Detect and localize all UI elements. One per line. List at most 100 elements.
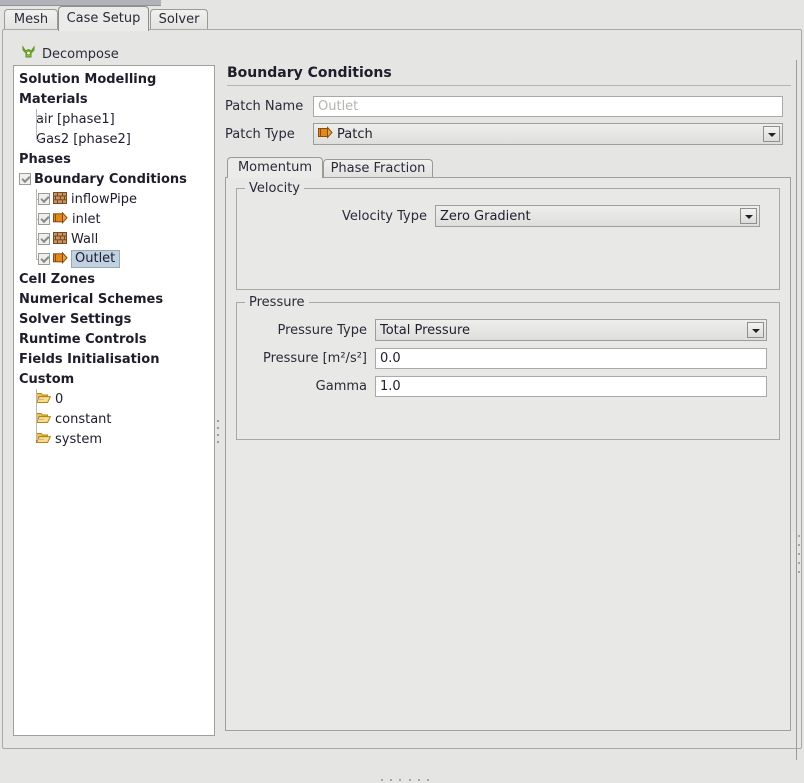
tree-item-inflowpipe[interactable]: inflowPipe [14,189,214,209]
gamma-label: Gamma [315,379,367,394]
chevron-down-icon[interactable] [747,322,764,338]
velocity-type-value: Zero Gradient [440,208,531,224]
tree-connector [36,129,47,149]
tree-item-custom[interactable]: Custom [14,369,214,389]
tree-item-inlet[interactable]: inlet [14,209,214,229]
splitter-dot [390,779,393,781]
tree-item-gas2-phase2[interactable]: Gas2 [phase2] [14,129,214,149]
chevron-down-icon[interactable] [740,208,757,224]
tree-item-checkbox[interactable] [19,173,31,185]
tree-item-numerical-schemes[interactable]: Numerical Schemes [14,289,214,309]
wall-icon [53,191,67,207]
tree-item-label: inlet [72,211,101,227]
tree-item-checkbox[interactable] [38,233,50,245]
bottom-splitter-handle[interactable] [381,778,429,783]
pressure-type-value: Total Pressure [380,322,471,338]
decompose-label: Decompose [42,46,119,62]
patch-type-label: Patch Type [225,126,295,142]
tree-item-solution-modelling[interactable]: Solution Modelling [14,69,214,89]
tree-item-checkbox[interactable] [38,213,50,225]
splitter-dot [426,779,429,781]
patch-icon [53,210,68,227]
tree-item-label: Materials [19,91,88,107]
tree-item-solver-settings[interactable]: Solver Settings [14,309,214,329]
gamma-input[interactable]: 1.0 [375,376,767,397]
tree-item-label: system [55,431,102,447]
pressure-value-label: Pressure [m²/s²] [262,351,367,366]
patch-name-input[interactable]: Outlet [313,96,783,117]
tree-item-label: constant [55,411,112,427]
tree-item-materials[interactable]: Materials [14,89,214,109]
velocity-type-combobox[interactable]: Zero Gradient [435,205,760,227]
splitter-dot [798,553,800,555]
tree-item-constant[interactable]: constant [14,409,214,429]
velocity-group-title: Velocity [245,181,304,196]
pressure-type-label: Pressure Type [277,322,367,338]
tree-item-label: Solver Settings [19,311,132,327]
tree-items-container: Solution Modelling Materials air [phase1] G… [14,66,214,449]
tree-item-air-phase1[interactable]: air [phase1] [14,109,214,129]
tree-item-label: Boundary Conditions [34,171,187,187]
tree-item-cell-zones[interactable]: Cell Zones [14,269,214,289]
pressure-type-row: Pressure Type Total Pressure [249,319,767,341]
tree-item-outlet[interactable]: Outlet [14,249,214,269]
page-title: Boundary Conditions [227,65,392,81]
tree-item-checkbox[interactable] [38,253,50,265]
tree-item-label: air [phase1] [36,111,115,127]
tree-item-system[interactable]: system [14,429,214,449]
tree-item-label: 0 [55,391,64,407]
tab-mesh[interactable]: Mesh [4,9,58,30]
main-tab-bar: Mesh Case Setup Solver [0,6,804,31]
splitter-dot [798,544,800,546]
tree-connector [36,409,47,429]
patch-icon [53,250,68,267]
splitter-dot [217,434,219,436]
right-splitter-handle[interactable] [797,528,803,576]
tree-item-label: Fields Initialisation [19,351,160,367]
pressure-type-combobox[interactable]: Total Pressure [375,319,767,341]
splitter-dot [417,779,420,781]
case-setup-panel: Decompose Solution Modelling Materials air… [2,29,803,781]
tree-item-label: Numerical Schemes [19,291,164,307]
tree-item-runtime-controls[interactable]: Runtime Controls [14,329,214,349]
tab-solver[interactable]: Solver [150,9,208,30]
patch-type-combobox[interactable]: Patch [313,123,783,145]
splitter-dot [217,420,219,422]
boundary-tab-bar: Momentum Phase Fraction [225,157,791,178]
tree-item-phases[interactable]: Phases [14,149,214,169]
patch-name-row: Patch Name Outlet [225,96,791,117]
momentum-tab-panel: Velocity Velocity Type Zero Gradient Pre… [225,177,791,731]
tree-connector [36,389,47,409]
chevron-down-icon[interactable] [763,126,780,142]
splitter-dot [798,562,800,564]
case-setup-tree[interactable]: Solution Modelling Materials air [phase1] G… [13,65,215,736]
patch-type-row: Patch Type Patch [225,123,791,145]
boundary-conditions-pane: Boundary Conditions Patch Name Outlet Pa… [225,65,791,765]
splitter-dot [217,441,219,443]
vertical-splitter-handle[interactable] [216,415,221,449]
splitter-dot [798,535,800,537]
tree-item-label: Outlet [71,250,121,268]
tree-item-boundary-conditions[interactable]: Boundary Conditions [14,169,214,189]
patch-icon [318,125,333,143]
tree-item-label: Wall [71,231,99,247]
patch-type-value: Patch [337,126,373,142]
velocity-type-label: Velocity Type [342,208,427,224]
tree-item-label: Runtime Controls [19,331,147,347]
tree-item-0[interactable]: 0 [14,389,214,409]
tab-phase-fraction[interactable]: Phase Fraction [323,159,433,178]
tree-item-label: Gas2 [phase2] [36,131,131,147]
splitter-dot [381,779,383,781]
tree-item-fields-initialisation[interactable]: Fields Initialisation [14,349,214,369]
pressure-groupbox: Pressure Pressure Type Total Pressure Pr… [236,295,780,440]
tree-item-checkbox[interactable] [38,193,50,205]
right-splitter-line [796,60,797,760]
decompose-green-icon [21,45,36,63]
decompose-button[interactable]: Decompose [21,44,119,64]
pressure-value-input[interactable]: 0.0 [375,348,767,369]
tab-case-setup[interactable]: Case Setup [58,6,149,31]
tree-item-wall[interactable]: Wall [14,229,214,249]
pressure-group-title: Pressure [245,295,309,310]
tab-momentum[interactable]: Momentum [227,157,323,178]
splitter-dot [217,427,219,429]
